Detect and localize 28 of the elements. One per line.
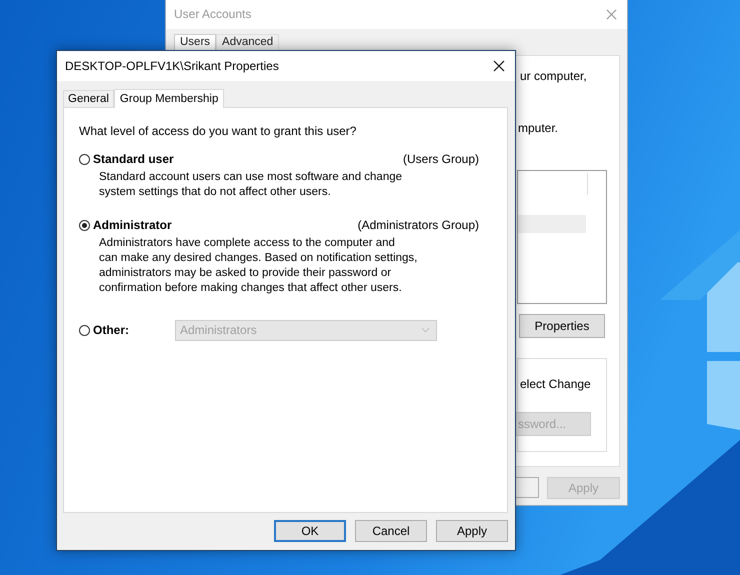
radio-button[interactable] [79, 220, 90, 230]
text-fragment: elect Change [520, 377, 591, 391]
option-description: Administrators have complete access to the computer and can make any desired changes. Based on notification settings, administrators may be asked to provide their password or confirmation before making changes that affect other users. [98, 236, 418, 296]
text-fragment: ur computer, [520, 69, 587, 83]
button[interactable] [515, 477, 539, 498]
text-fragment: mputer. [518, 121, 558, 135]
tab[interactable]: Advanced [216, 34, 280, 51]
chevron-down-icon [421, 327, 430, 333]
dialog-button[interactable]: Cancel [355, 520, 427, 542]
properties-button[interactable]: Properties [519, 314, 605, 338]
group-name: (Users Group) [402, 152, 480, 166]
user-list[interactable] [517, 170, 607, 304]
option-label[interactable]: Other: [93, 323, 163, 337]
option-label[interactable]: Administrator [93, 218, 172, 232]
close-icon[interactable] [493, 60, 505, 72]
option-description: Standard account users can use most software and change system settings that do not affect other users. [98, 170, 404, 200]
tab[interactable]: Users [174, 34, 216, 51]
tab[interactable]: General [63, 90, 114, 107]
radio-button[interactable] [79, 324, 90, 336]
group-name: (Administrators Group) [358, 218, 480, 232]
window-title: User Accounts [174, 7, 252, 21]
tab[interactable]: Group Membership [114, 89, 224, 108]
radio-button[interactable] [79, 154, 90, 164]
dialog-button[interactable]: Apply [436, 520, 508, 542]
question-text: What level of access do you want to grant this user? [79, 124, 358, 138]
option-label[interactable]: Standard user [93, 152, 174, 166]
dialog-button[interactable]: OK [274, 520, 346, 542]
window-title: DESKTOP-OPLFV1K\Srikant Properties [65, 59, 279, 73]
